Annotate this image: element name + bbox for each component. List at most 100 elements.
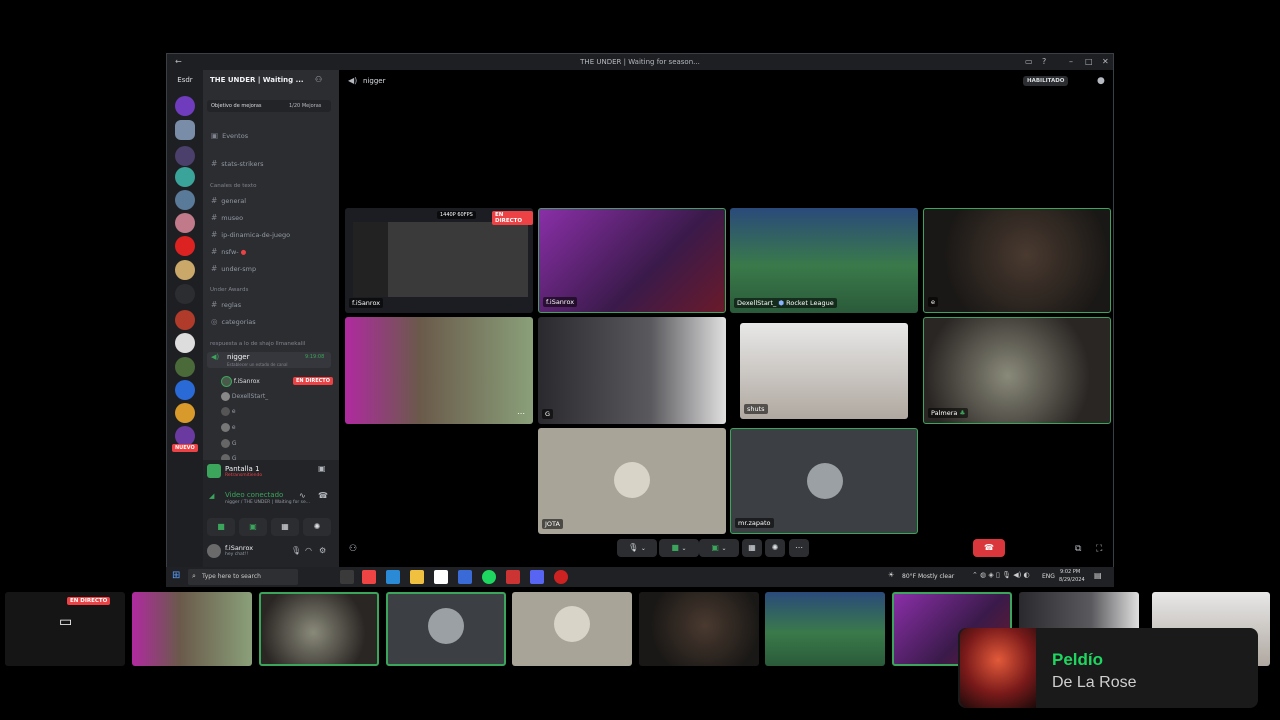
video-tile[interactable]: JOTA: [538, 428, 726, 534]
server-icon[interactable]: [175, 310, 195, 330]
channel-item[interactable]: # stats-strikers: [211, 159, 264, 168]
taskbar-search[interactable]: ⌕ Type here to search: [188, 569, 298, 585]
server-icon[interactable]: [175, 426, 195, 446]
video-tile[interactable]: 1440P 60FPS EN DIRECTO f.iSanrox: [345, 208, 533, 313]
channel-item[interactable]: # museo: [211, 213, 243, 222]
fullscreen-icon[interactable]: ⛶: [1096, 544, 1102, 554]
chat-icon[interactable]: ●: [1097, 76, 1105, 86]
activities-button[interactable]: ▦: [742, 539, 762, 557]
strip-tile[interactable]: [386, 592, 506, 666]
windows-start-icon[interactable]: ⊞: [172, 570, 180, 581]
boost-goal-bar[interactable]: Objetivo de mejoras 1/20 Mejoras: [207, 100, 331, 112]
voice-user[interactable]: e: [221, 407, 236, 416]
channel-status-hint[interactable]: Establecer un estado de canal: [227, 362, 288, 367]
help-icon[interactable]: ?: [1042, 57, 1046, 66]
channel-item[interactable]: # reglas: [211, 300, 241, 309]
settings-icon[interactable]: ⚙: [319, 546, 326, 555]
server-icon[interactable]: [175, 284, 195, 304]
microphone-icon[interactable]: 🎙: [291, 546, 301, 555]
server-icon[interactable]: [175, 260, 195, 280]
server-icon[interactable]: [175, 190, 195, 210]
video-tile[interactable]: ⋯: [345, 317, 533, 424]
invite-icon[interactable]: ⚇: [349, 544, 357, 554]
strip-tile[interactable]: [259, 592, 379, 666]
server-name[interactable]: THE UNDER | Waiting ...: [210, 76, 304, 84]
server-icon[interactable]: [175, 403, 195, 423]
channel-item[interactable]: # general: [211, 196, 246, 205]
noise-suppression-icon[interactable]: ∿: [299, 491, 306, 500]
app-icon[interactable]: [362, 570, 376, 584]
popout-icon[interactable]: ⧉: [1075, 544, 1081, 554]
weather-text[interactable]: 80°F Mostly clear: [902, 573, 954, 580]
video-tile[interactable]: e: [923, 208, 1111, 313]
headphones-icon[interactable]: ◠: [305, 546, 312, 555]
microphone-button[interactable]: 🎙 ⌄: [617, 539, 657, 557]
minimize-icon[interactable]: –: [1069, 57, 1073, 66]
strip-tile[interactable]: [132, 592, 252, 666]
store-icon[interactable]: [434, 570, 448, 584]
avatar[interactable]: [207, 544, 221, 558]
app-icon[interactable]: [458, 570, 472, 584]
maximize-icon[interactable]: □: [1085, 57, 1093, 66]
category-label[interactable]: Canales de texto: [210, 183, 256, 189]
video-tile[interactable]: shuts: [740, 323, 908, 419]
camera-button[interactable]: ■ ⌄: [659, 539, 699, 557]
strip-tile[interactable]: [512, 592, 632, 666]
soundboard-button[interactable]: ✺: [303, 518, 331, 536]
server-icon[interactable]: [175, 146, 195, 166]
category-label[interactable]: Under Awards: [210, 287, 248, 293]
task-view-icon[interactable]: [340, 570, 354, 584]
clock-date[interactable]: 8/29/2024: [1059, 577, 1085, 583]
disconnect-button[interactable]: ☎: [973, 539, 1005, 557]
server-icon[interactable]: [175, 333, 195, 353]
more-options-button[interactable]: ⋯: [789, 539, 809, 557]
camera-button[interactable]: ■: [207, 518, 235, 536]
notifications-icon[interactable]: ▤: [1094, 571, 1102, 580]
strip-tile[interactable]: [765, 592, 885, 666]
inbox-icon[interactable]: ▭: [1025, 57, 1033, 66]
server-icon[interactable]: [175, 96, 195, 116]
clock-time[interactable]: 9:02 PM: [1060, 569, 1080, 575]
close-icon[interactable]: ✕: [1102, 57, 1109, 66]
channel-item[interactable]: # under-smp: [211, 264, 256, 273]
server-icon[interactable]: [175, 120, 195, 140]
strip-tile[interactable]: [639, 592, 759, 666]
voice-user[interactable]: G: [221, 439, 237, 448]
file-explorer-icon[interactable]: [410, 570, 424, 584]
strip-tile[interactable]: EN DIRECTO ▭: [5, 592, 125, 666]
share-screen-button[interactable]: ▣ ⌄: [699, 539, 739, 557]
add-user-icon[interactable]: ⚇: [315, 75, 322, 84]
disconnect-icon[interactable]: ☎: [318, 491, 328, 500]
voice-channel[interactable]: ◀) nigger 9:19:08 Establecer un estado d…: [207, 352, 331, 368]
soundboard-button[interactable]: ✺: [765, 539, 785, 557]
tray-icons[interactable]: ⌃ ◍ ◈ ▯ 🎙 ◀) ◐: [972, 571, 1030, 579]
channel-item[interactable]: # ip-dinamica-de-juego: [211, 230, 290, 239]
more-icon[interactable]: ⋯: [517, 409, 525, 418]
events-item[interactable]: ▣ Eventos: [211, 131, 248, 140]
video-tile[interactable]: DexellStart_ ⬢ Rocket League: [730, 208, 918, 313]
obs-icon[interactable]: [554, 570, 568, 584]
voice-user[interactable]: f.iSanrox: [221, 376, 260, 387]
server-icon[interactable]: [175, 213, 195, 233]
server-icon[interactable]: [175, 380, 195, 400]
discord-icon[interactable]: [530, 570, 544, 584]
spotify-icon[interactable]: [482, 570, 496, 584]
voice-user[interactable]: DexellStart_: [221, 392, 268, 401]
video-connected-subtitle[interactable]: nigger / THE UNDER | Waiting for se...: [225, 500, 310, 505]
server-icon[interactable]: [175, 357, 195, 377]
stop-share-icon[interactable]: ▣: [318, 464, 326, 473]
video-tile[interactable]: f.iSanrox: [538, 208, 726, 313]
video-tile[interactable]: mr.zapato: [730, 428, 918, 534]
voice-user[interactable]: e: [221, 423, 236, 432]
category-label[interactable]: respuesta a lo de shajo llmanekalil: [210, 341, 305, 347]
activities-button[interactable]: ▦: [271, 518, 299, 536]
video-tile[interactable]: Palmera ♣: [923, 317, 1111, 424]
channel-item[interactable]: ◎ categorias: [211, 317, 256, 326]
app-icon[interactable]: [506, 570, 520, 584]
language-indicator[interactable]: ENG: [1042, 573, 1055, 580]
video-tile[interactable]: G: [538, 317, 726, 424]
server-icon[interactable]: [175, 236, 195, 256]
edge-icon[interactable]: [386, 570, 400, 584]
server-icon[interactable]: [175, 167, 195, 187]
enabled-badge[interactable]: HABILITADO: [1023, 76, 1069, 86]
